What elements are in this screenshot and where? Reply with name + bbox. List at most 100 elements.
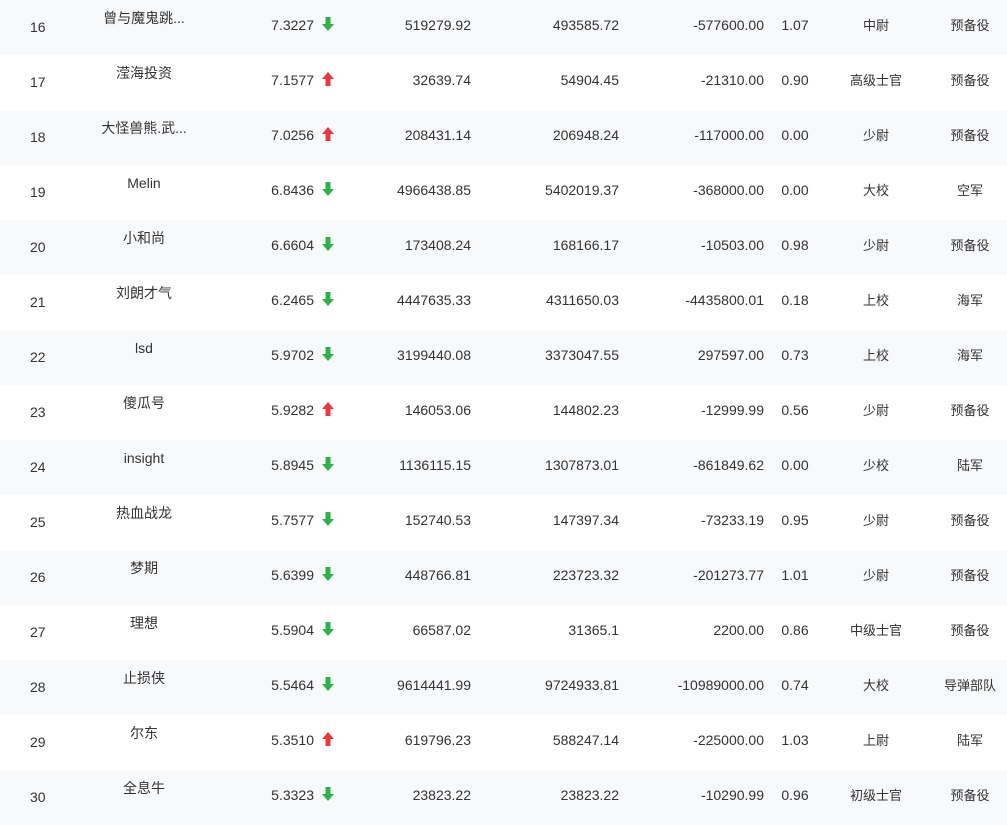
user-name[interactable]: 热血战龙 xyxy=(88,495,200,550)
table-row[interactable]: 25 热血战龙 5.7577 152740.53 147397.34 -73233.19 0… xyxy=(0,495,1007,550)
score-cell: 5.5904 xyxy=(271,622,314,638)
user-name[interactable]: 曾与魔鬼跳... xyxy=(88,0,200,55)
arrow-down-icon xyxy=(321,275,337,330)
user-name[interactable]: 滢海投资 xyxy=(88,55,200,110)
user-name[interactable]: 理想 xyxy=(88,605,200,660)
value-3-cell: -10503.00 xyxy=(700,237,764,253)
table-row[interactable]: 21 刘朗才气 6.2465 4447635.33 4311650.03 -4435800… xyxy=(0,275,1007,330)
table-row[interactable]: 16 曾与魔鬼跳... 7.3227 519279.92 493585.72 -57760… xyxy=(0,0,1007,55)
value-2-cell: 144802.23 xyxy=(552,402,619,418)
value-2-cell: 4311650.03 xyxy=(546,292,619,308)
value-2-cell: 588247.14 xyxy=(552,732,619,748)
value-1-cell: 519279.92 xyxy=(404,17,471,33)
user-name[interactable]: 尔东 xyxy=(88,715,200,770)
branch-cell: 导弹部队 xyxy=(943,678,996,693)
branch-cell: 预备役 xyxy=(950,18,990,33)
value-2-cell: 206948.24 xyxy=(552,127,619,143)
table-row[interactable]: 18 大怪兽熊.武... 7.0256 208431.14 206948.24 -1170… xyxy=(0,110,1007,165)
value-3-cell: -21310.00 xyxy=(700,72,764,88)
user-name[interactable]: 止损侠 xyxy=(88,660,200,715)
arrow-down-icon xyxy=(321,770,337,825)
arrow-up-icon xyxy=(321,110,337,165)
value-1-cell: 4966438.85 xyxy=(397,182,471,198)
branch-cell: 海军 xyxy=(956,293,983,308)
table-row[interactable]: 29 尔东 5.3510 619796.23 588247.14 -225000.00 1.… xyxy=(0,715,1007,770)
rank-cell: 27 xyxy=(30,624,46,640)
branch-cell: 预备役 xyxy=(950,788,990,803)
branch-cell: 预备役 xyxy=(950,513,990,528)
value-3-cell: -10989000.00 xyxy=(677,677,764,693)
table-row[interactable]: 23 傻瓜号 5.9282 146053.06 144802.23 -12999.99 0.… xyxy=(0,385,1007,440)
value-3-cell: -10290.99 xyxy=(700,787,764,803)
rank-cell: 18 xyxy=(30,129,46,145)
value-1-cell: 4447635.33 xyxy=(397,292,471,308)
table-row[interactable]: 17 滢海投资 7.1577 32639.74 54904.45 -21310.00 0.9… xyxy=(0,55,1007,110)
branch-cell: 预备役 xyxy=(950,73,990,88)
value-3-cell: -577600.00 xyxy=(693,17,764,33)
value-2-cell: 168166.17 xyxy=(552,237,619,253)
value-1-cell: 9614441.99 xyxy=(397,677,471,693)
ratio-cell: 0.95 xyxy=(781,512,809,528)
military-rank-cell: 上校 xyxy=(862,293,889,308)
branch-cell: 空军 xyxy=(956,183,983,198)
military-rank-cell: 少尉 xyxy=(862,403,889,418)
value-2-cell: 3373047.55 xyxy=(545,347,619,363)
rank-cell: 22 xyxy=(30,349,46,365)
arrow-down-icon xyxy=(321,220,337,275)
score-cell: 6.2465 xyxy=(271,292,314,308)
table-row[interactable]: 27 理想 5.5904 66587.02 31365.1 2200.00 0.86 中级士官… xyxy=(0,605,1007,660)
value-2-cell: 31365.1 xyxy=(568,622,619,638)
table-row[interactable]: 26 梦期 5.6399 448766.81 223723.32 -201273.77 1.… xyxy=(0,550,1007,605)
ratio-cell: 0.86 xyxy=(781,622,809,638)
value-3-cell: -4435800.01 xyxy=(685,292,764,308)
value-3-cell: -861849.62 xyxy=(693,457,764,473)
value-2-cell: 1307873.01 xyxy=(545,457,619,473)
value-3-cell: -201273.77 xyxy=(693,567,764,583)
value-3-cell: 2200.00 xyxy=(713,622,764,638)
ratio-cell: 0.00 xyxy=(781,127,809,143)
user-name[interactable]: lsd xyxy=(88,330,200,385)
value-2-cell: 493585.72 xyxy=(552,17,619,33)
value-2-cell: 54904.45 xyxy=(560,72,619,88)
military-rank-cell: 上校 xyxy=(862,348,889,363)
arrow-down-icon xyxy=(321,0,337,55)
score-cell: 5.5464 xyxy=(271,677,314,693)
rank-cell: 28 xyxy=(30,679,46,695)
military-rank-cell: 少尉 xyxy=(862,238,889,253)
table-row[interactable]: 20 小和尚 6.6604 173408.24 168166.17 -10503.00 0.… xyxy=(0,220,1007,275)
value-1-cell: 3199440.08 xyxy=(397,347,471,363)
table-row[interactable]: 24 insight 5.8945 1136115.15 1307873.01 -8618… xyxy=(0,440,1007,495)
user-name[interactable]: insight xyxy=(88,440,200,495)
user-name[interactable]: 全息牛 xyxy=(88,770,200,825)
rank-cell: 16 xyxy=(30,19,46,35)
table-row[interactable]: 28 止损侠 5.5464 9614441.99 9724933.81 -10989000… xyxy=(0,660,1007,715)
user-name[interactable]: Melin xyxy=(88,165,200,220)
arrow-down-icon xyxy=(321,605,337,660)
user-name[interactable]: 刘朗才气 xyxy=(88,275,200,330)
military-rank-cell: 高级士官 xyxy=(849,73,902,88)
value-1-cell: 173408.24 xyxy=(404,237,471,253)
table-row[interactable]: 30 全息牛 5.3323 23823.22 23823.22 -10290.99 0.96… xyxy=(0,770,1007,825)
table-row[interactable]: 19 Melin 6.8436 4966438.85 5402019.37 -368000… xyxy=(0,165,1007,220)
ratio-cell: 1.07 xyxy=(781,17,809,33)
ratio-cell: 1.03 xyxy=(781,732,809,748)
user-name[interactable]: 梦期 xyxy=(88,550,200,605)
score-cell: 7.0256 xyxy=(271,127,314,143)
arrow-down-icon xyxy=(321,330,337,385)
rank-cell: 21 xyxy=(30,294,46,310)
ranking-table: 16 曾与魔鬼跳... 7.3227 519279.92 493585.72 -57760… xyxy=(0,0,1007,825)
value-2-cell: 5402019.37 xyxy=(545,182,619,198)
rank-cell: 23 xyxy=(30,404,46,420)
ratio-cell: 0.56 xyxy=(781,402,809,418)
value-1-cell: 146053.06 xyxy=(404,402,471,418)
score-cell: 5.6399 xyxy=(271,567,314,583)
value-3-cell: -225000.00 xyxy=(693,732,764,748)
user-name[interactable]: 傻瓜号 xyxy=(88,385,200,440)
user-name[interactable]: 小和尚 xyxy=(88,220,200,275)
table-row[interactable]: 22 lsd 5.9702 3199440.08 3373047.55 297597.00… xyxy=(0,330,1007,385)
arrow-up-icon xyxy=(321,715,337,770)
arrow-down-icon xyxy=(321,440,337,495)
branch-cell: 陆军 xyxy=(956,458,983,473)
score-cell: 5.9282 xyxy=(271,402,314,418)
user-name[interactable]: 大怪兽熊.武... xyxy=(88,110,200,165)
